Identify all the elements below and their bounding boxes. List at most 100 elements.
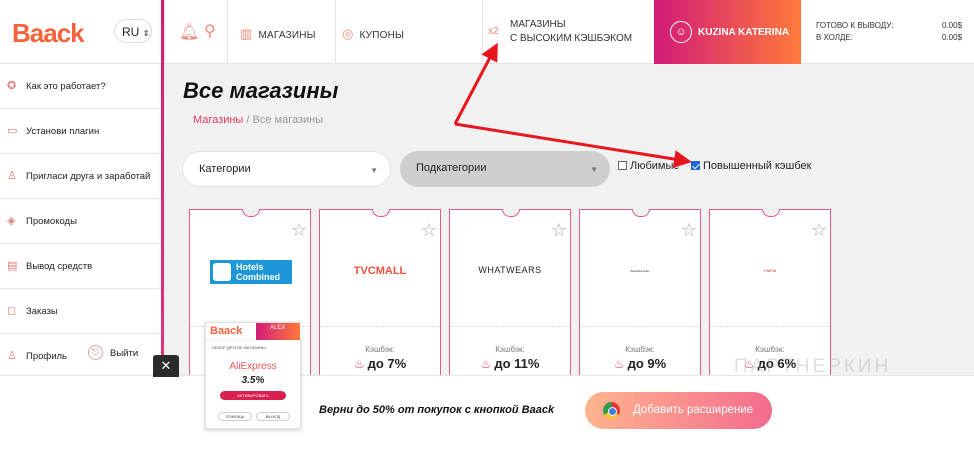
checkbox-box[interactable] (618, 161, 627, 170)
user-name: KUZINA KATERINA (698, 27, 790, 38)
category-select[interactable]: Категории ▼ (182, 151, 391, 187)
popup-logo: Baack (210, 325, 243, 337)
cashback-label: Кэшбэк: (625, 345, 655, 354)
checkbox-box-checked[interactable] (691, 161, 700, 170)
ready-label: ГОТОВО К ВЫВОДУ: (816, 21, 894, 30)
card-notch (632, 209, 650, 217)
category-select-value: Категории (199, 163, 251, 175)
coupon-icon: ◎ (342, 26, 354, 41)
store-card[interactable]: ☆ TVCMALL Кэшбэк: ♨ до 7% (319, 209, 441, 379)
sidebar-item-label: Пригласи друга и заработай (26, 171, 151, 182)
sidebar-item-label: Вывод средств (26, 261, 93, 272)
store-name: Hotels Combined (236, 262, 280, 282)
cashback-label: Кэшбэк: (755, 345, 785, 354)
tag-icon: ◈ (7, 215, 16, 227)
nav-coupons-label: КУПОНЫ (359, 30, 405, 41)
nav-stores-label: МАГАЗИНЫ (258, 30, 316, 41)
card-notch (762, 209, 780, 217)
logout-icon: ⎋ (88, 345, 103, 360)
sidebar-item-label: Заказы (26, 306, 58, 317)
sidebar-item-promocodes[interactable]: ◈ Промокоды (0, 199, 161, 244)
nav-high-cashback[interactable]: МАГАЗИНЫ С ВЫСОКИМ КЭШБЭКОМ (510, 18, 632, 46)
sidebar-item-invite-friend[interactable]: ♙ Пригласи друга и заработай (0, 154, 161, 199)
divider (164, 0, 165, 64)
cashback-label: Кэшбэк: (495, 345, 525, 354)
baack-logo[interactable]: Baack (12, 18, 85, 49)
star-icon[interactable]: ☆ (291, 220, 307, 241)
x2-icon: x2 (488, 26, 499, 37)
popup-user: ALEX (256, 323, 300, 340)
monitor-icon: ▭ (7, 125, 18, 137)
breadcrumb: Магазины / Все магазины (193, 114, 323, 126)
store-card[interactable]: ☆ Beautiful Halo Кэшбэк: ♨ до 9% (579, 209, 701, 379)
star-icon[interactable]: ☆ (551, 220, 567, 241)
breadcrumb-separator: / (246, 114, 250, 126)
hold-value: 0.00$ (942, 33, 963, 42)
bell-icon[interactable]: 🔔︎ (179, 22, 199, 42)
subcategory-select[interactable]: Подкатегории ▼ (400, 151, 610, 187)
sidebar-item-label: Профиль (26, 351, 68, 362)
chevron-updown-icon: ⇕ (142, 29, 150, 38)
store-card[interactable]: ☆ WHATWEARS Кэшбэк: ♨ до 11% (449, 209, 571, 379)
sidebar-accent-bar (161, 0, 164, 375)
logout-link[interactable]: Выйти (110, 348, 138, 359)
flame-icon: ♨ (613, 357, 625, 371)
chrome-icon (603, 402, 620, 419)
sidebar-item-label: Как это работает? (26, 81, 106, 92)
store-card[interactable]: ☆ PatPat Кэшбэк: ♨ до 6% (709, 209, 831, 379)
flame-icon: ♨ (353, 357, 365, 371)
sidebar-item-withdraw[interactable]: ▤ Вывод средств (0, 244, 161, 289)
store-logo: Beautiful Halo (630, 269, 650, 273)
user-icon: ♙ (7, 350, 17, 362)
sidebar-item-orders[interactable]: ◻ Заказы (0, 289, 161, 334)
cashback-label: Кэшбэк: (365, 345, 395, 354)
boosted-label: Повышенный кэшбек (703, 160, 812, 172)
language-select[interactable]: RU ⇕ (114, 19, 152, 43)
promo-line-1: МАГАЗИНЫ (510, 19, 566, 30)
divider (482, 0, 483, 64)
card-separator (320, 326, 440, 327)
favorites-checkbox[interactable]: Любимые (618, 160, 680, 172)
avatar-icon: ☺ (670, 21, 692, 43)
add-extension-label: Добавить расширение (633, 404, 754, 416)
banner-text: Верни до 50% от покупок с кнопкой Baack (319, 404, 555, 416)
sidebar-item-label: Установи плагин (26, 126, 100, 137)
breadcrumb-home[interactable]: Магазины (193, 114, 243, 126)
card-separator (580, 326, 700, 327)
sidebar-item-how-it-works[interactable]: ✪ Как это работает? (0, 64, 161, 109)
page-title: Все магазины (183, 78, 339, 103)
star-icon[interactable]: ☆ (811, 220, 827, 241)
cashback-value: ♨ до 7% (353, 356, 407, 371)
hold-label: В ХОЛДЕ: (816, 33, 853, 42)
promo-line-2: С ВЫСОКИМ КЭШБЭКОМ (510, 33, 633, 44)
star-icon[interactable]: ☆ (421, 220, 437, 241)
sidebar-item-install-plugin[interactable]: ▭ Установи плагин (0, 109, 161, 154)
star-icon[interactable]: ☆ (681, 220, 697, 241)
popup-store: AliExpress (229, 361, 277, 372)
boosted-cashback-checkbox[interactable]: Повышенный кэшбек (691, 160, 811, 172)
divider (227, 0, 228, 64)
nav-coupons[interactable]: ◎ КУПОНЫ (342, 26, 404, 42)
favorites-label: Любимые (630, 160, 680, 172)
chevron-down-icon: ▼ (370, 166, 378, 175)
card-notch (372, 209, 390, 217)
people-icon: ♙ (7, 170, 17, 182)
search-icon[interactable]: ⚲ (204, 21, 216, 41)
user-menu[interactable]: ☺ KUZINA KATERINA (654, 0, 801, 64)
nav-stores[interactable]: ▥ МАГАЗИНЫ (240, 26, 316, 42)
popup-logout-button: ВЫХОД (256, 412, 290, 421)
chevron-down-icon: ▼ (590, 165, 598, 174)
add-extension-button[interactable]: Добавить расширение (585, 392, 772, 429)
close-banner-button[interactable]: ✕ (153, 355, 179, 377)
store-logo: PatPat (763, 268, 776, 273)
language-value: RU (122, 25, 140, 39)
bear-icon (213, 263, 231, 281)
cashback-value: ♨ до 11% (480, 356, 540, 371)
store-logo: TVCMALL (353, 265, 407, 277)
divider (335, 0, 336, 64)
sidebar-item-label: Промокоды (26, 216, 77, 227)
popup-percent: 3.5% (241, 375, 265, 386)
sidebar: ✪ Как это работает? ▭ Установи плагин ♙ При… (0, 64, 161, 375)
top-header: Baack RU ⇕ 🔔︎ ⚲ ▥ МАГАЗИНЫ ◎ КУПОНЫ x2 МАГ… (0, 0, 974, 64)
breadcrumb-current: Все магазины (252, 114, 324, 126)
